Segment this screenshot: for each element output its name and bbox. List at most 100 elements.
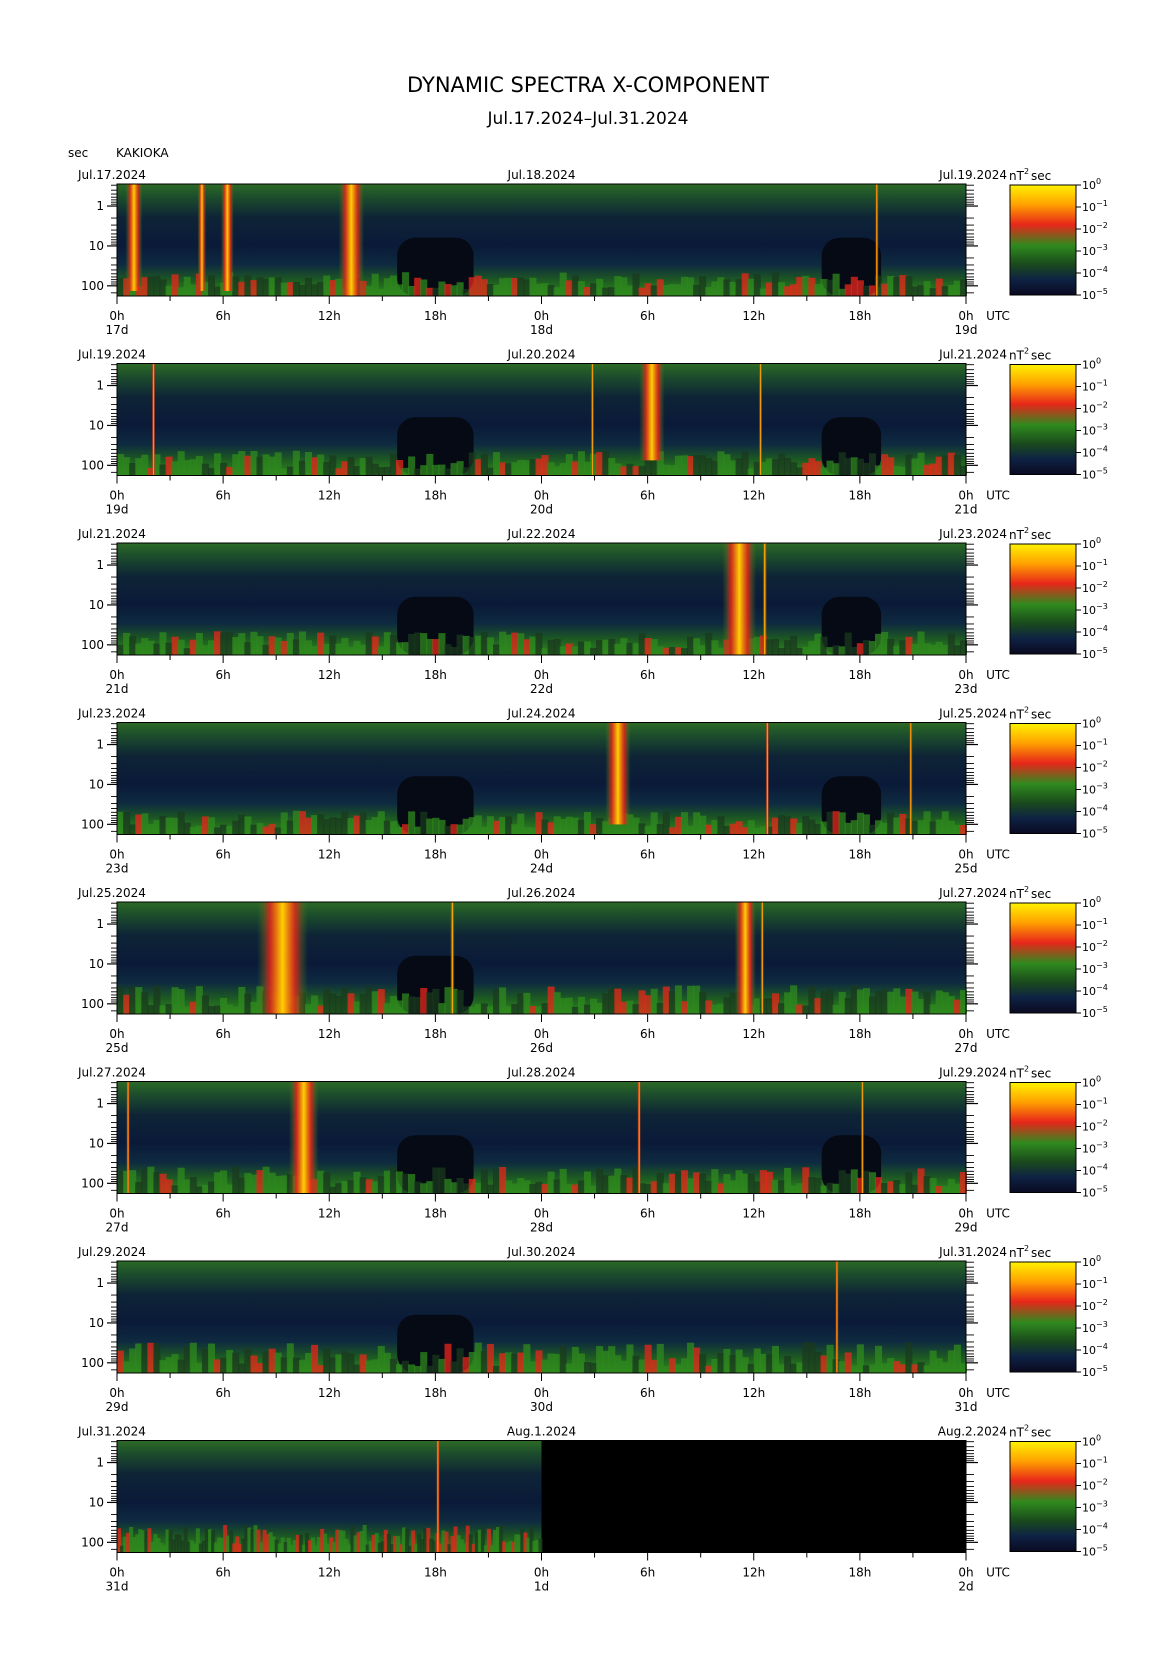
activity-band bbox=[741, 451, 749, 476]
activity-band bbox=[426, 1365, 434, 1373]
activity-band bbox=[881, 989, 889, 1014]
activity-band bbox=[826, 1344, 834, 1373]
activity-band bbox=[662, 811, 670, 835]
activity-band bbox=[389, 1166, 397, 1194]
y-tick-label: 1 bbox=[96, 738, 104, 752]
activity-band bbox=[129, 1170, 137, 1194]
colorbar-tick-label: 10−1 bbox=[1082, 379, 1108, 394]
activity-band bbox=[790, 818, 798, 835]
activity-band bbox=[238, 986, 246, 1014]
activity-band bbox=[189, 459, 197, 476]
activity-band bbox=[232, 1352, 240, 1373]
activity-band bbox=[274, 827, 282, 835]
activity-band bbox=[680, 276, 689, 296]
activity-band bbox=[462, 1006, 470, 1014]
colorbar-tick-exp: −4 bbox=[1096, 265, 1108, 274]
y-tick-label: 100 bbox=[81, 1356, 104, 1370]
activity-band bbox=[232, 820, 240, 835]
x-tick-label: 6h bbox=[216, 489, 231, 503]
colorbar-tick-base: 10 bbox=[1082, 425, 1096, 438]
activity-band bbox=[614, 1168, 622, 1194]
colorbar-tick-exp: −1 bbox=[1096, 379, 1108, 388]
day-label-left: 31d bbox=[106, 1580, 129, 1594]
activity-band bbox=[662, 1365, 670, 1373]
activity-band bbox=[535, 1006, 543, 1014]
activity-band bbox=[656, 1343, 664, 1373]
activity-band bbox=[214, 827, 222, 835]
activity-band bbox=[638, 633, 646, 655]
activity-band bbox=[226, 825, 234, 835]
activity-band bbox=[523, 279, 531, 296]
colorbar-tick-label: 10−5 bbox=[1082, 467, 1108, 482]
activity-band bbox=[511, 462, 519, 476]
colorbar-unit-exp: 2 bbox=[1024, 167, 1029, 176]
activity-band bbox=[171, 1354, 179, 1373]
x-tick-label: 12h bbox=[742, 1027, 765, 1041]
activity-band bbox=[147, 640, 155, 655]
activity-band bbox=[941, 992, 949, 1014]
colorbar-tick-exp: −3 bbox=[1096, 1141, 1108, 1150]
colorbar-tick-base: 10 bbox=[1082, 1436, 1096, 1449]
activity-band bbox=[135, 987, 143, 1014]
activity-band bbox=[505, 1352, 513, 1373]
activity-band bbox=[826, 811, 834, 835]
activity-band bbox=[280, 1175, 288, 1194]
activity-band bbox=[377, 811, 385, 835]
activity-band bbox=[650, 812, 658, 835]
day-label-mid: 20d bbox=[530, 503, 553, 517]
x-tick-label: 12h bbox=[318, 1207, 341, 1221]
activity-band bbox=[499, 1353, 507, 1373]
activity-band bbox=[547, 639, 555, 655]
activity-band bbox=[371, 991, 379, 1014]
activity-band bbox=[565, 643, 573, 655]
activity-band bbox=[856, 812, 864, 835]
activity-band bbox=[632, 1355, 640, 1373]
activity-band bbox=[753, 1181, 761, 1194]
colorbar-unit-tail: sec bbox=[1031, 349, 1051, 363]
activity-band bbox=[911, 1184, 919, 1194]
activity-band bbox=[408, 286, 416, 296]
activity-band bbox=[596, 278, 604, 296]
activity-band bbox=[389, 275, 397, 296]
activity-band bbox=[602, 451, 610, 476]
activity-band bbox=[917, 631, 925, 655]
activity-band bbox=[298, 811, 306, 835]
activity-band bbox=[499, 1167, 507, 1194]
x-tick-label: 0h bbox=[109, 848, 124, 862]
activity-band bbox=[402, 642, 410, 655]
activity-band bbox=[456, 634, 464, 655]
activity-band bbox=[947, 284, 955, 296]
activity-band bbox=[317, 632, 325, 655]
activity-band bbox=[796, 467, 804, 476]
activity-band bbox=[753, 274, 761, 296]
activity-band bbox=[468, 1006, 476, 1014]
activity-band bbox=[808, 1177, 816, 1194]
colorbar-tick-base: 10 bbox=[1082, 223, 1096, 236]
activity-band bbox=[941, 1186, 949, 1194]
activity-band bbox=[250, 1174, 258, 1194]
y-tick-label: 1 bbox=[96, 1276, 104, 1290]
activity-band bbox=[844, 1352, 852, 1373]
activity-band bbox=[881, 631, 889, 655]
event-burst bbox=[125, 184, 143, 291]
activity-band bbox=[699, 815, 707, 835]
activity-band bbox=[444, 1178, 452, 1194]
x-tick-label: 0h bbox=[534, 1207, 549, 1221]
spectrogram-panel: Jul.17.2024 Jul.18.2024 Jul.19.20241101000… bbox=[77, 167, 1108, 337]
activity-band bbox=[881, 822, 889, 835]
activity-band bbox=[207, 275, 216, 296]
x-tick-label: 6h bbox=[640, 1207, 655, 1221]
activity-band bbox=[268, 456, 276, 476]
activity-band bbox=[486, 1184, 494, 1194]
activity-band bbox=[329, 635, 337, 655]
y-tick-label: 10 bbox=[89, 418, 104, 432]
x-tick-label: 18h bbox=[424, 1207, 447, 1221]
activity-band bbox=[814, 823, 822, 835]
colorbar-tick-label: 100 bbox=[1082, 1254, 1101, 1269]
activity-band bbox=[432, 464, 440, 476]
activity-band bbox=[559, 646, 567, 655]
colorbar-tick-base: 10 bbox=[1082, 179, 1096, 192]
activity-band bbox=[280, 812, 288, 835]
activity-band bbox=[856, 989, 864, 1014]
colorbar-unit-tail: sec bbox=[1031, 528, 1051, 542]
